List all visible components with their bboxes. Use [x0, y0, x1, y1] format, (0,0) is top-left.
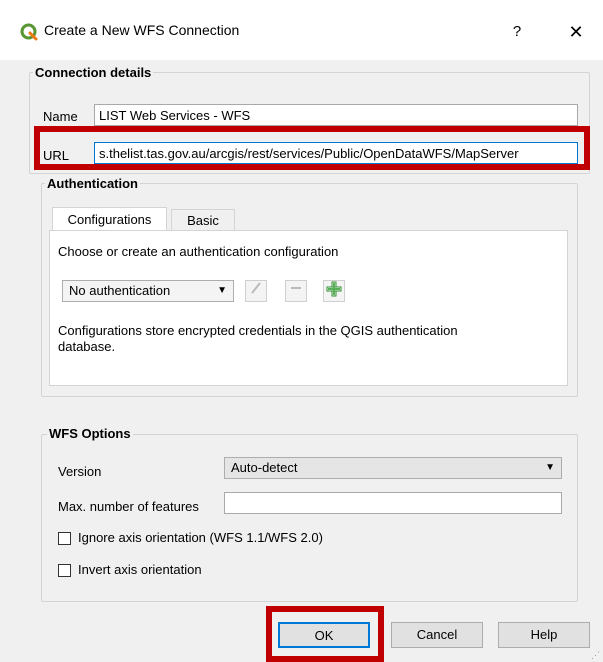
add-config-button[interactable] [323, 280, 345, 302]
auth-note-line1: Configurations store encrypted credentia… [58, 323, 458, 338]
context-help-button[interactable]: ? [505, 20, 529, 44]
connection-details-title: Connection details [33, 65, 154, 80]
chevron-down-icon: ▼ [545, 462, 555, 473]
pencil-icon [251, 282, 261, 294]
qgis-logo-icon [20, 23, 38, 41]
minus-icon [291, 287, 301, 289]
dialog-window: Create a New WFS Connection ? ✕ Connecti… [0, 0, 603, 662]
edit-config-button[interactable] [245, 280, 267, 302]
tab-basic[interactable]: Basic [171, 209, 235, 231]
version-select[interactable]: Auto-detect ▼ [224, 457, 562, 479]
version-select-value: Auto-detect [231, 460, 298, 475]
max-features-field[interactable] [224, 492, 562, 514]
ignore-axis-label: Ignore axis orientation (WFS 1.1/WFS 2.0… [78, 530, 323, 545]
authentication-title: Authentication [45, 176, 140, 191]
name-field[interactable]: LIST Web Services - WFS [94, 104, 578, 126]
plus-icon [326, 281, 342, 297]
auth-config-select[interactable]: No authentication ▼ [62, 280, 234, 302]
name-label: Name [43, 109, 78, 124]
cancel-button[interactable]: Cancel [391, 622, 483, 648]
title-bar: Create a New WFS Connection ? ✕ [0, 0, 603, 60]
tab-configurations[interactable]: Configurations [52, 207, 167, 231]
wfs-options-title: WFS Options [47, 426, 133, 441]
url-field[interactable]: s.thelist.tas.gov.au/arcgis/rest/service… [94, 142, 578, 164]
invert-axis-checkbox[interactable] [58, 564, 71, 577]
window-title: Create a New WFS Connection [44, 22, 240, 38]
auth-note-line2: database. [58, 339, 116, 354]
resize-grip-icon[interactable]: ⋰ [591, 650, 601, 660]
chevron-down-icon: ▼ [217, 285, 227, 296]
version-label: Version [58, 464, 102, 479]
ok-button[interactable]: OK [278, 622, 370, 648]
remove-config-button[interactable] [285, 280, 307, 302]
max-features-label: Max. number of features [58, 499, 199, 514]
ignore-axis-checkbox[interactable] [58, 532, 71, 545]
help-button[interactable]: Help [498, 622, 590, 648]
invert-axis-label: Invert axis orientation [78, 562, 202, 577]
auth-instruction-text: Choose or create an authentication confi… [58, 244, 339, 259]
url-label: URL [43, 148, 70, 163]
auth-config-select-value: No authentication [69, 283, 171, 298]
close-button[interactable]: ✕ [560, 18, 592, 46]
